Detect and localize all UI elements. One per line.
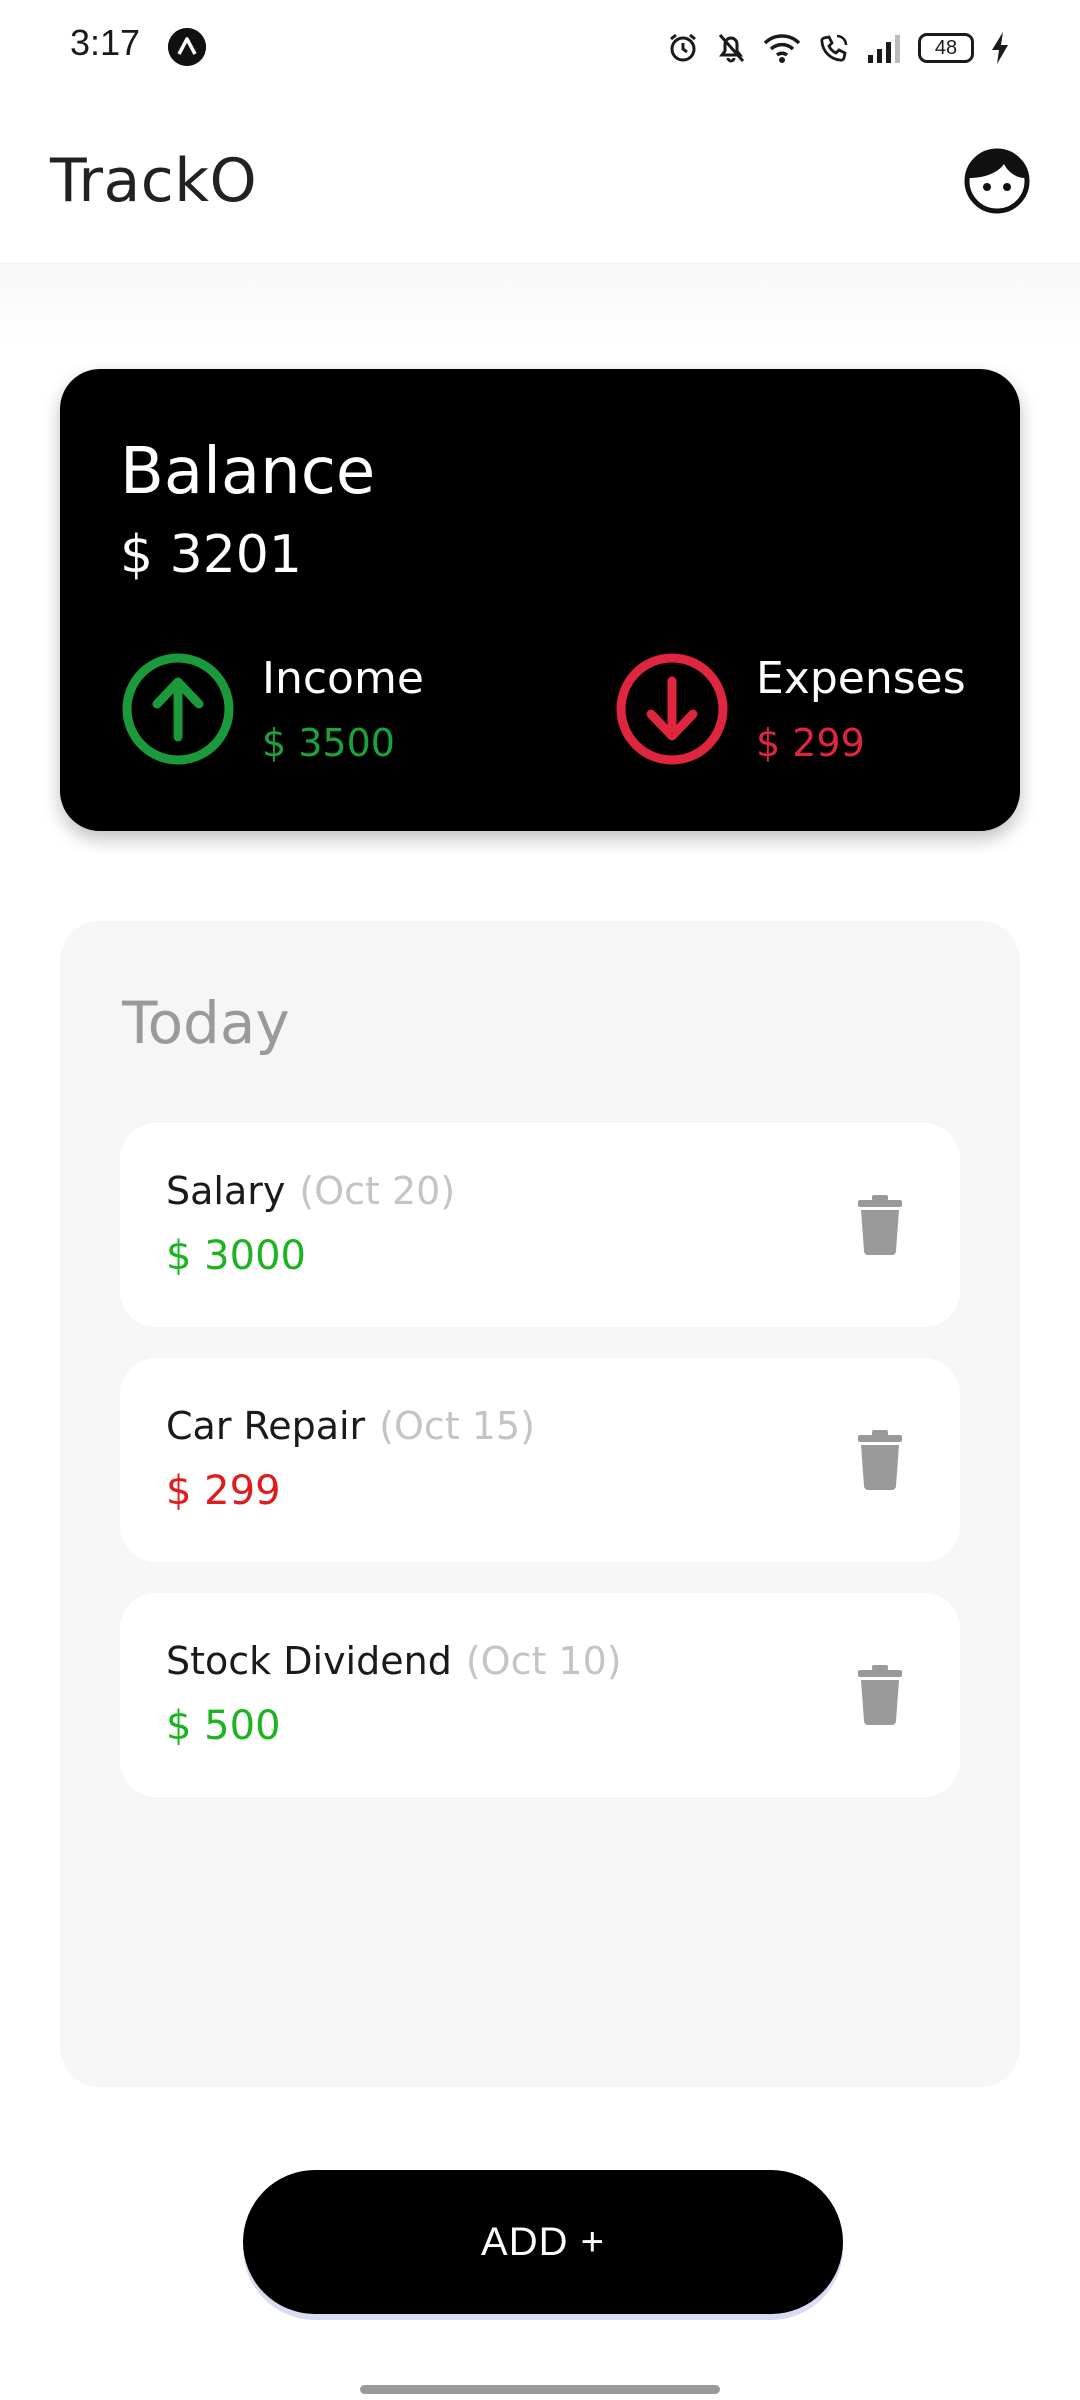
profile-button[interactable] (964, 148, 1030, 214)
status-bar: 3:17 48 (0, 0, 1080, 96)
transaction-item[interactable]: Salary (Oct 20) $ 3000 (120, 1123, 960, 1327)
arrow-up-circle-icon (122, 653, 234, 765)
status-time: 3:17 (70, 22, 141, 63)
battery-icon: 48 (918, 33, 974, 63)
charging-icon (990, 31, 1010, 65)
transaction-item[interactable]: Stock Dividend (Oct 10) $ 500 (120, 1593, 960, 1797)
expenses-value: $ 299 (756, 721, 865, 765)
trash-icon[interactable] (856, 1430, 904, 1490)
expenses-label: Expenses (756, 653, 966, 704)
status-icons: 48 (666, 28, 1010, 68)
today-panel: Today Salary (Oct 20) $ 3000 Car Repair (O… (60, 921, 1020, 2087)
app-header: TrackO (0, 96, 1080, 266)
transaction-date: (Oct 15) (379, 1404, 535, 1448)
home-indicator[interactable] (360, 2385, 720, 2394)
alarm-icon (666, 31, 700, 65)
balance-title: Balance (120, 435, 376, 509)
trash-icon[interactable] (856, 1665, 904, 1725)
wifi-call-icon (818, 32, 850, 64)
app-notification-icon (168, 28, 206, 66)
header-divider (0, 262, 1080, 346)
face-avatar-icon (964, 148, 1030, 214)
transaction-date: (Oct 10) (465, 1639, 622, 1683)
add-button[interactable]: ADD + (243, 2170, 843, 2314)
app-title: TrackO (50, 146, 258, 216)
transaction-amount: $ 299 (166, 1468, 281, 1514)
balance-amount: $ 3201 (120, 525, 302, 585)
balance-card: Balance $ 3201 Income $ 3500 Expenses $ … (60, 369, 1020, 831)
mute-icon (716, 31, 746, 65)
transaction-date: (Oct 20) (299, 1169, 456, 1213)
transaction-name: Salary (166, 1169, 286, 1213)
transaction-item[interactable]: Car Repair (Oct 15) $ 299 (120, 1358, 960, 1562)
trash-icon[interactable] (856, 1195, 904, 1255)
income-label: Income (262, 653, 424, 704)
signal-icon (866, 33, 902, 63)
transaction-name: Stock Dividend (166, 1639, 452, 1683)
wifi-icon (762, 32, 802, 64)
income-value: $ 3500 (262, 721, 395, 765)
transaction-amount: $ 500 (166, 1703, 281, 1749)
transaction-amount: $ 3000 (166, 1233, 306, 1279)
arrow-down-circle-icon (616, 653, 728, 765)
today-title: Today (122, 989, 290, 1057)
transaction-name: Car Repair (166, 1404, 366, 1448)
